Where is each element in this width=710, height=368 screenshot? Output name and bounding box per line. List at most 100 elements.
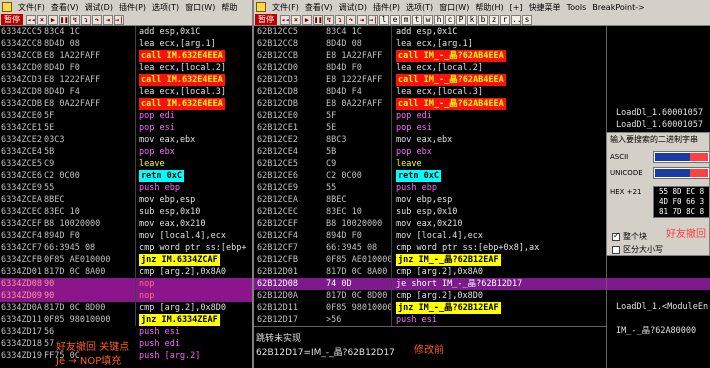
trace-over-icon[interactable]: ⇥ bbox=[357, 14, 367, 25]
window-memory-button[interactable]: m bbox=[401, 14, 411, 25]
window-breakpoints-button[interactable]: b bbox=[478, 14, 488, 25]
disasm-row[interactable]: 6334ZCE9 55 push ebp bbox=[0, 182, 252, 194]
window-log-button[interactable]: l bbox=[379, 14, 389, 25]
menu-debug[interactable]: 调试(D) bbox=[339, 2, 367, 13]
disasm-row[interactable]: 6334ZCD3 E8 1222FAFF call IM.632E4EEA bbox=[0, 74, 252, 86]
pause-icon[interactable]: ❚❚ bbox=[313, 14, 323, 25]
checkbox-empty-icon[interactable] bbox=[612, 245, 620, 254]
disasm-row[interactable]: 6334ZCE2 03C3 mov eax,ebx bbox=[0, 134, 252, 146]
menu-view[interactable]: 查看(V) bbox=[305, 2, 333, 13]
disasm-row[interactable]: 6334ZD01 817D 0C 8A00 cmp [arg.2],0x8A0 bbox=[0, 266, 252, 278]
disasm-row[interactable]: 6334ZCF4 894D F0 mov [local.4],ecx bbox=[0, 230, 252, 242]
menu-file[interactable]: 文件(F) bbox=[272, 2, 299, 13]
hex-input[interactable]: 55 8D EC 8 4D F0 66 3 81 7D 8C 8 bbox=[653, 186, 709, 218]
disasm-row[interactable]: 6334ZCDB E8 0A22FAFF call IM.632E4EEA bbox=[0, 98, 252, 110]
disasm-row[interactable]: 62B12CC5 83C4 1C add esp,0x1C bbox=[254, 26, 710, 38]
close-icon[interactable]: × bbox=[291, 14, 301, 25]
hex-cell: E8 1222FAFF bbox=[44, 75, 101, 85]
menu-view[interactable]: 查看(V) bbox=[51, 2, 79, 13]
menu-options[interactable]: 选项(T) bbox=[406, 2, 433, 13]
step-into-icon[interactable]: ↯ bbox=[70, 14, 80, 25]
disasm-row[interactable]: 6334ZCD0 8D4D F0 lea ecx,[local.2] bbox=[0, 62, 252, 74]
disasm-row[interactable]: 6334ZCEA 8BEC mov ebp,esp bbox=[0, 194, 252, 206]
left-debugger-window: 文件(F) 查看(V) 调试(D) 插件(P) 选项(T) 窗口(W) 帮助 暂… bbox=[0, 0, 252, 368]
window-z-button[interactable]: z bbox=[489, 14, 499, 25]
menu-window[interactable]: 窗口(W) bbox=[439, 2, 469, 13]
disasm-row[interactable]: 62B12CD8 8D4D F4 lea ecx,[local.3] bbox=[254, 86, 710, 98]
rewind-icon[interactable]: ◂◂ bbox=[26, 14, 36, 25]
menu-options[interactable]: 选项(T) bbox=[152, 2, 179, 13]
execute-till-return-icon[interactable]: →| bbox=[114, 14, 124, 25]
menu-tools[interactable]: Tools bbox=[567, 3, 587, 12]
disasm-row[interactable]: 6334ZCE4 5B pop ebx bbox=[0, 146, 252, 158]
disasm-row[interactable]: 6334ZCE1 5E pop esi bbox=[0, 122, 252, 134]
entire-block-checkbox[interactable]: 整个块 bbox=[612, 231, 647, 242]
run-icon[interactable]: ▶ bbox=[302, 14, 312, 25]
unicode-input[interactable] bbox=[653, 167, 709, 179]
disasm-row[interactable]: 62B12CC8 8D4D 08 lea ecx,[arg.1] bbox=[254, 38, 710, 50]
case-sensitive-checkbox[interactable]: 区分大小写 bbox=[612, 244, 663, 255]
execute-till-return-icon[interactable]: →| bbox=[368, 14, 378, 25]
instruction-cell: lea ecx,[local.2] bbox=[139, 63, 226, 73]
menu-file[interactable]: 文件(F) bbox=[18, 2, 45, 13]
disasm-row[interactable]: 62B12D01 817D 0C 8A00 cmp [arg.2],0x8A0 bbox=[254, 266, 710, 278]
window-more-button[interactable]: ... bbox=[511, 14, 526, 25]
disasm-row[interactable]: 6334ZCF7 66:3945 08 cmp word ptr ss:[ebp+ bbox=[0, 242, 252, 254]
disasm-row[interactable]: 62B12CCB E8 1A22FAFF call IM_-_晶?62AB4EEA bbox=[254, 50, 710, 62]
disasm-row[interactable]: 6334ZCD8 8D4D F4 lea ecx,[local.3] bbox=[0, 86, 252, 98]
trace-into-icon[interactable]: ↷ bbox=[346, 14, 356, 25]
disasm-row[interactable]: 6334ZCFB 0F85 AE010000 jnz IM.6334ZCAF bbox=[0, 254, 252, 266]
menu-plugins[interactable]: 插件(P) bbox=[373, 2, 400, 13]
disasm-row[interactable]: 62B12CD3 E8 1222FAFF call IM_-_晶?62AB4EEA bbox=[254, 74, 710, 86]
step-into-icon[interactable]: ↯ bbox=[324, 14, 334, 25]
app-icon[interactable] bbox=[2, 2, 12, 12]
instruction-cell: call IM_-_晶?62AB4EEA bbox=[396, 74, 506, 86]
ascii-input[interactable] bbox=[653, 151, 709, 163]
run-icon[interactable]: ▶ bbox=[48, 14, 58, 25]
window-cpu-button[interactable]: c bbox=[445, 14, 455, 25]
menu-plus[interactable]: [+] bbox=[510, 3, 523, 12]
disasm-row[interactable]: 6334ZCC8 8D4D 08 lea ecx,[arg.1] bbox=[0, 38, 252, 50]
window-windows-button[interactable]: w bbox=[423, 14, 433, 25]
disasm-row[interactable]: 6334ZCE5 C9 leave bbox=[0, 158, 252, 170]
menu-breakpoint[interactable]: BreakPoint-> bbox=[592, 3, 645, 12]
window-modules-button[interactable]: e bbox=[390, 14, 400, 25]
disasm-row[interactable]: 6334ZD17 56 push esi bbox=[0, 326, 252, 338]
window-handles-button[interactable]: h bbox=[434, 14, 444, 25]
disasm-row[interactable]: 6334ZCEC 83EC 10 sub esp,0x10 bbox=[0, 206, 252, 218]
disasm-row[interactable]: 6334ZCC5 83C4 1C add esp,0x1C bbox=[0, 26, 252, 38]
step-over-icon[interactable]: ↴ bbox=[335, 14, 345, 25]
window-source-button[interactable]: s bbox=[522, 14, 532, 25]
trace-into-icon[interactable]: ↷ bbox=[92, 14, 102, 25]
disasm-row[interactable]: 62B12D08 74 0D je short IM_-_晶?62B12D17 bbox=[254, 278, 710, 290]
disasm-row[interactable]: 6334ZCE6 C2 0C00 retn 0xC bbox=[0, 170, 252, 182]
menu-debug[interactable]: 调试(D) bbox=[85, 2, 113, 13]
disasm-row[interactable]: 6334ZD09 90 nop bbox=[0, 290, 252, 302]
disasm-row[interactable]: 62B12D0A 817D 0C 8D00 cmp [arg.2],0x8D0 bbox=[254, 290, 710, 302]
menu-window[interactable]: 窗口(W) bbox=[185, 2, 215, 13]
address-cell: 6334ZCE4 bbox=[1, 147, 42, 157]
instruction-cell: cmp word ptr ss:[ebp+0x8],ax bbox=[396, 243, 540, 253]
menu-plugins[interactable]: 插件(P) bbox=[119, 2, 146, 13]
checkbox-checked-icon[interactable] bbox=[612, 231, 620, 241]
window-threads-button[interactable]: t bbox=[412, 14, 422, 25]
rewind-icon[interactable]: ◂◂ bbox=[280, 14, 290, 25]
disasm-row[interactable]: 6334ZD0A 817D 0C 8D00 cmp [arg.2],0x8D0 bbox=[0, 302, 252, 314]
window-patches-button[interactable]: P bbox=[456, 14, 466, 25]
disasm-row[interactable]: 6334ZCCB E8 1A22FAFF call IM.632E4EEA bbox=[0, 50, 252, 62]
menu-shortcuts[interactable]: 快捷菜单 bbox=[529, 2, 561, 13]
close-icon[interactable]: × bbox=[37, 14, 47, 25]
menu-help[interactable]: 帮助(H) bbox=[475, 2, 503, 13]
disasm-row[interactable]: 6334ZD11 0F85 98010000 jnz IM.6334ZEAF bbox=[0, 314, 252, 326]
disasm-row[interactable]: 62B12CD0 8D4D F0 lea ecx,[local.2] bbox=[254, 62, 710, 74]
disasm-row[interactable]: 6334ZD08 90 nop bbox=[0, 278, 252, 290]
window-stack-button[interactable]: k bbox=[467, 14, 477, 25]
disasm-row[interactable]: 6334ZCE0 5F pop edi bbox=[0, 110, 252, 122]
disasm-row[interactable]: 6334ZCEF B8 10020000 mov eax,0x210 bbox=[0, 218, 252, 230]
app-icon[interactable] bbox=[256, 2, 266, 12]
window-references-button[interactable]: r bbox=[500, 14, 510, 25]
trace-over-icon[interactable]: ⇥ bbox=[103, 14, 113, 25]
menu-help[interactable]: 帮助 bbox=[221, 2, 237, 13]
step-over-icon[interactable]: ↴ bbox=[81, 14, 91, 25]
pause-icon[interactable]: ❚❚ bbox=[59, 14, 69, 25]
